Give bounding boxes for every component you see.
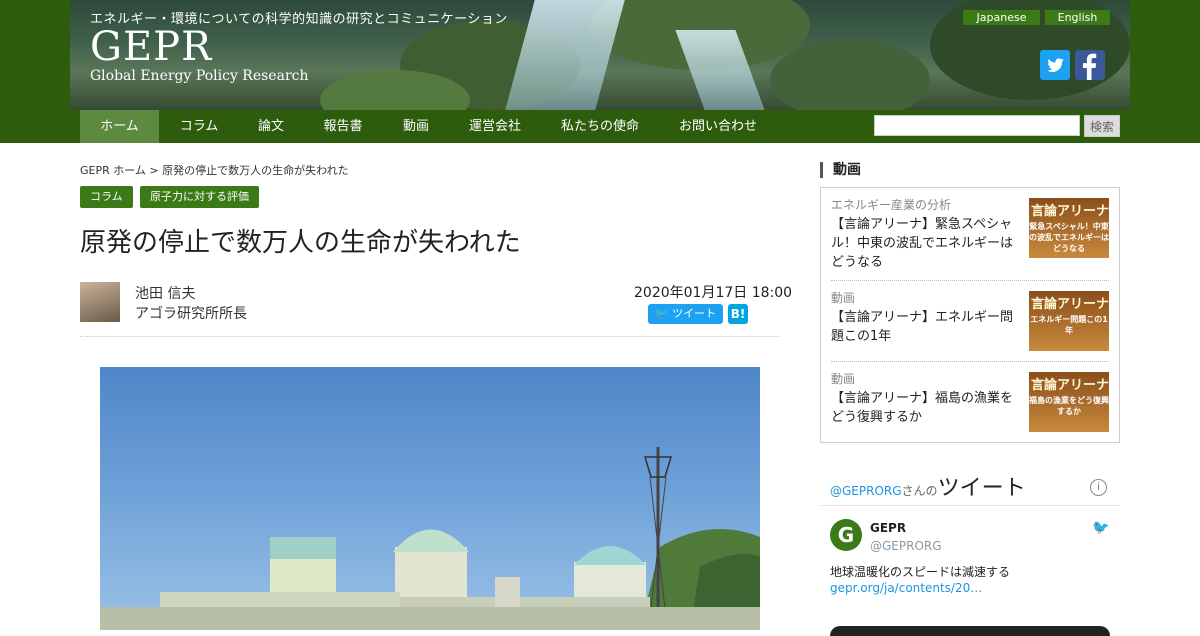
nav-item-company[interactable]: 運営会社	[455, 110, 535, 143]
video-thumbnail[interactable]: 言論アリーナ エネルギー問題この1年	[1029, 291, 1109, 351]
lang-english-link[interactable]: English	[1045, 10, 1110, 25]
search-button[interactable]: 検索	[1084, 115, 1120, 137]
video-thumbnail[interactable]: 言論アリーナ 福島の漁業をどう復興するか	[1029, 372, 1109, 432]
author-title: アゴラ研究所所長	[135, 306, 247, 322]
author-avatar	[80, 282, 120, 322]
article-date: 2020年01月17日 18:00	[634, 285, 793, 301]
video-title[interactable]: 【言論アリーナ】緊急スペシャル！中東の波乱でエネルギーはどうなる	[831, 215, 1021, 272]
twitter-timeline-header: @GEPRORGさんのツイート	[830, 470, 1026, 502]
lang-japanese-link[interactable]: Japanese	[963, 10, 1040, 25]
tweet-author-name[interactable]: GEPR	[870, 521, 906, 535]
video-separator	[831, 280, 1109, 281]
nav-item-reports[interactable]: 報告書	[310, 110, 376, 143]
tag-nuclear-evaluation[interactable]: 原子力に対する評価	[140, 186, 259, 208]
twitter-icon[interactable]	[1040, 50, 1070, 80]
site-logo[interactable]: GEPR	[90, 24, 212, 70]
tweet-avatar[interactable]: G	[830, 519, 862, 551]
sidebar-videos-heading: 動画	[820, 162, 861, 178]
nav-item-contact[interactable]: お問い合わせ	[666, 110, 770, 143]
nav-item-column[interactable]: コラム	[164, 110, 234, 143]
nav-item-home[interactable]: ホーム	[80, 110, 159, 143]
video-list-item[interactable]: 動画 【言論アリーナ】福島の漁業をどう復興するか 言論アリーナ 福島の漁業をどう…	[831, 370, 1109, 432]
sidebar-videos-box: エネルギー産業の分析 【言論アリーナ】緊急スペシャル！中東の波乱でエネルギーはど…	[820, 187, 1120, 443]
info-icon[interactable]: i	[1090, 479, 1107, 496]
video-title[interactable]: 【言論アリーナ】エネルギー問題この1年	[831, 308, 1021, 346]
article-title: 原発の停止で数万人の生命が失われた	[80, 228, 521, 258]
twitter-timeline-suffix: さんの	[901, 484, 938, 498]
header-banner: エネルギー・環境についての科学的知識の研究とコミュニケーション GEPR Glo…	[70, 0, 1130, 110]
video-list-item[interactable]: エネルギー産業の分析 【言論アリーナ】緊急スペシャル！中東の波乱でエネルギーはど…	[831, 196, 1109, 272]
tweet-button[interactable]: 🐦 ツイート	[648, 304, 723, 324]
nav-item-videos[interactable]: 動画	[390, 110, 442, 143]
site-logo-subtitle: Global Energy Policy Research	[90, 68, 309, 84]
nav-item-papers[interactable]: 論文	[244, 110, 298, 143]
twitter-bird-icon: 🐦	[1092, 520, 1110, 536]
author-name[interactable]: 池田 信夫	[135, 284, 247, 304]
twitter-bird-icon: 🐦	[654, 307, 669, 320]
tag-column[interactable]: コラム	[80, 186, 133, 208]
author-info: 池田 信夫 アゴラ研究所所長	[135, 284, 247, 324]
video-list-item[interactable]: 動画 【言論アリーナ】エネルギー問題この1年 言論アリーナ エネルギー問題この1…	[831, 289, 1109, 351]
video-separator	[831, 361, 1109, 362]
search-input[interactable]	[874, 115, 1080, 136]
video-title[interactable]: 【言論アリーナ】福島の漁業をどう復興するか	[831, 389, 1021, 427]
facebook-icon[interactable]	[1075, 50, 1105, 80]
video-thumbnail[interactable]: 言論アリーナ 緊急スペシャル！中東の波乱でエネルギーはどうなる	[1029, 198, 1109, 258]
main-nav: ホーム コラム 論文 報告書 動画 運営会社 私たちの使命 お問い合わせ 検索	[0, 110, 1200, 143]
twitter-timeline-title: ツイート	[937, 476, 1026, 501]
twitter-divider	[820, 505, 1120, 506]
tweet-author-handle[interactable]: @GEPRORG	[870, 539, 942, 553]
tweet-button-label: ツイート	[672, 307, 717, 320]
hatena-bookmark-button[interactable]: B!	[728, 304, 748, 324]
tweet-link[interactable]: gepr.org/ja/contents/20…	[830, 581, 982, 595]
article-hero-image	[100, 367, 760, 630]
nav-item-mission[interactable]: 私たちの使命	[548, 110, 652, 143]
breadcrumb[interactable]: GEPR ホーム > 原発の停止で数万人の生命が失われた	[80, 162, 349, 178]
twitter-timeline-handle[interactable]: @GEPRORG	[830, 484, 902, 498]
article-header-divider	[80, 336, 780, 337]
tweet-media-card[interactable]	[830, 626, 1110, 636]
tweet-text: 地球温暖化のスピードは減速する	[830, 565, 1011, 579]
